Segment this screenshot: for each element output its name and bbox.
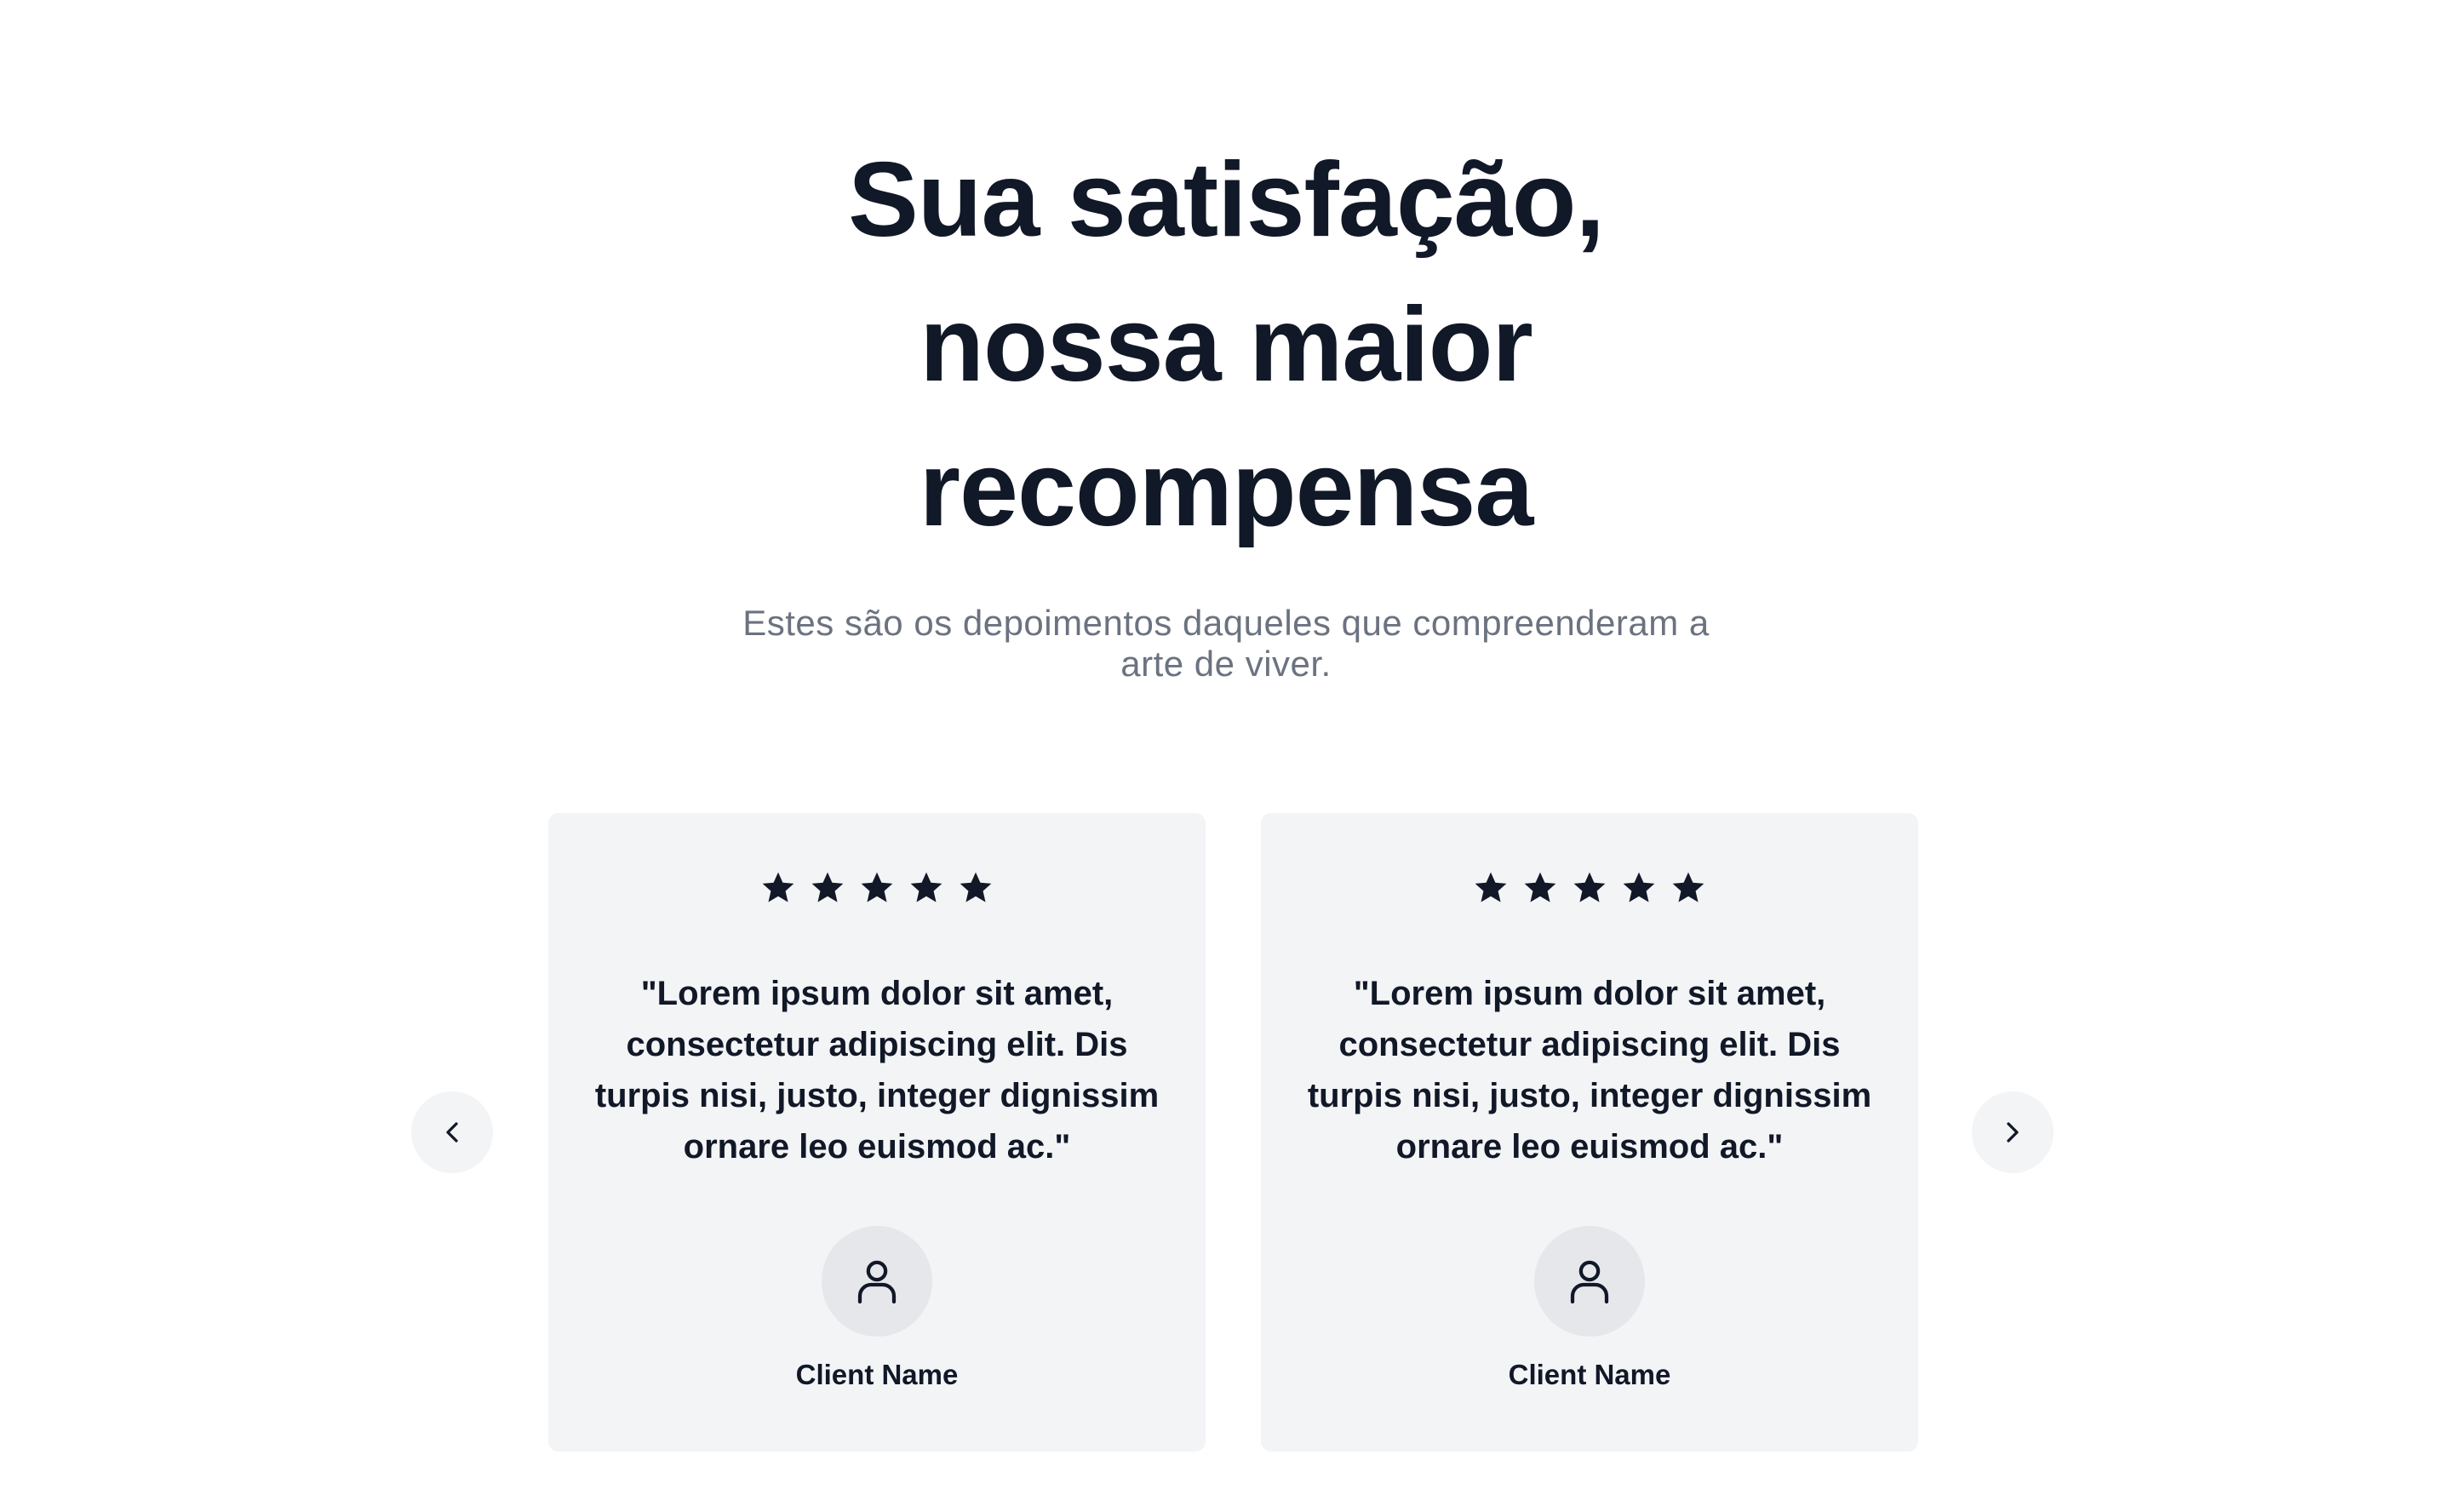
star-icon [1672, 872, 1704, 902]
section-title: Sua satisfação, nossa maior recompensa [715, 128, 1737, 562]
client-name: Client Name [795, 1359, 959, 1390]
star-icon [762, 872, 794, 902]
testimonial-card: "Lorem ipsum dolor sit amet, consectetur… [1261, 813, 1918, 1452]
hero-header: Sua satisfação, nossa maior recompensa E… [0, 128, 2452, 684]
star-icon [1475, 872, 1507, 902]
star-icon [1573, 872, 1606, 902]
carousel-prev-button[interactable] [411, 1091, 493, 1173]
star-icon [861, 872, 893, 902]
star-icon [1623, 872, 1655, 902]
testimonial-quote: "Lorem ipsum dolor sit amet, consectetur… [594, 975, 1160, 1166]
avatar [1534, 1226, 1645, 1337]
star-rating [1261, 870, 1918, 906]
testimonial-card: "Lorem ipsum dolor sit amet, consectetur… [548, 813, 1206, 1452]
section-subtitle: Estes são os depoimentos daqueles que co… [742, 603, 1710, 684]
section-title-line-2: nossa maior [920, 286, 1533, 404]
section-title-line-3: recompensa [919, 431, 1534, 548]
star-icon [1524, 872, 1556, 902]
client-name: Client Name [1508, 1359, 1671, 1390]
star-icon [960, 872, 992, 902]
avatar [822, 1226, 932, 1337]
section-title-line-1: Sua satisfação, [848, 141, 1605, 259]
star-icon [910, 872, 942, 902]
testimonials-carousel: "Lorem ipsum dolor sit amet, consectetur… [0, 813, 2452, 1452]
testimonial-quote: "Lorem ipsum dolor sit amet, consectetur… [1307, 975, 1872, 1166]
star-rating [548, 870, 1206, 906]
chevron-left-icon [446, 1122, 458, 1143]
user-icon [1570, 1260, 1609, 1304]
chevron-right-icon [2007, 1122, 2019, 1143]
user-icon [857, 1260, 897, 1304]
testimonials-section: Sua satisfação, nossa maior recompensa E… [0, 0, 2452, 1512]
carousel-next-button[interactable] [1972, 1091, 2054, 1173]
star-icon [811, 872, 844, 902]
